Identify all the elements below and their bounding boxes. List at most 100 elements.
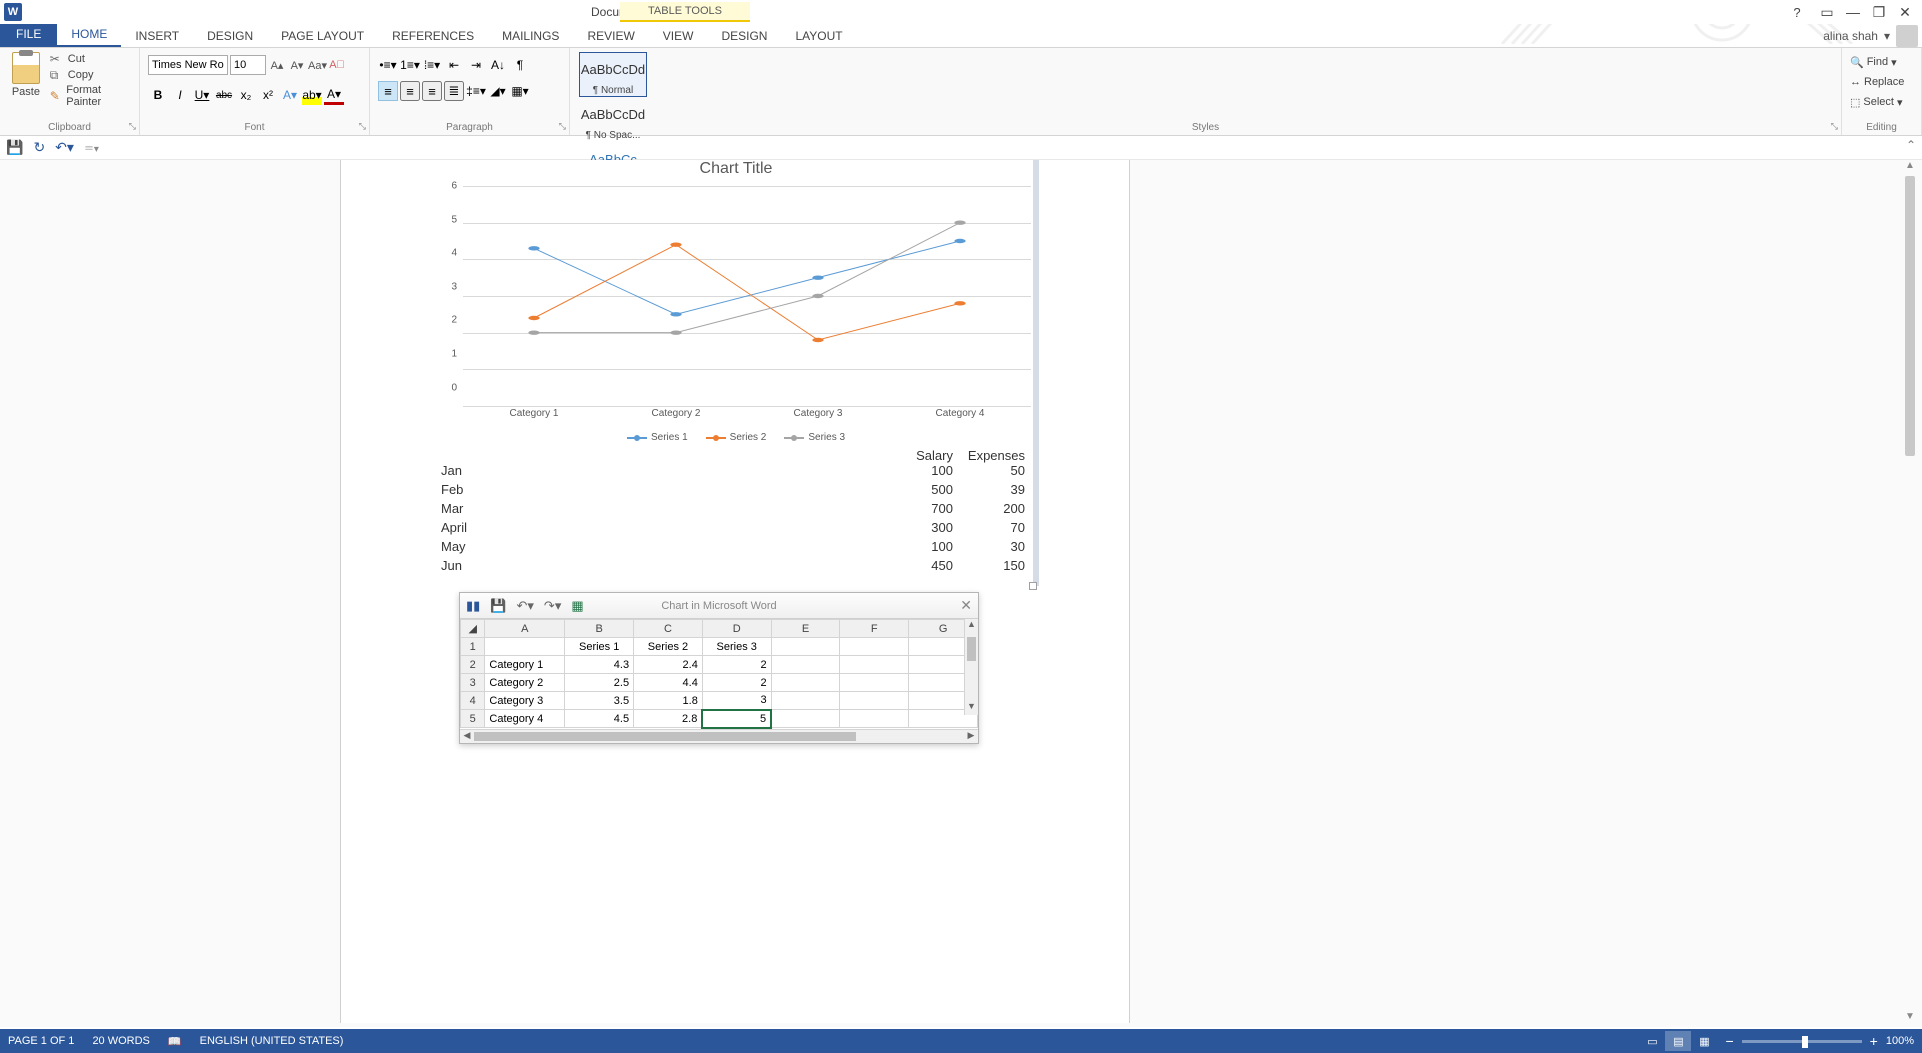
chart-data-point[interactable] <box>670 330 681 334</box>
change-case-button[interactable]: Aa▾ <box>308 55 326 75</box>
status-proofing-icon[interactable]: 📖 <box>168 1035 182 1048</box>
decrease-indent-button[interactable]: ⇤ <box>444 55 464 75</box>
sheet-cell[interactable]: 2.4 <box>634 656 703 674</box>
sheet-cell[interactable]: Series 2 <box>634 638 703 656</box>
cut-button[interactable]: Cut <box>50 52 131 66</box>
tab-home[interactable]: HOME <box>57 23 121 47</box>
column-header[interactable]: E <box>771 620 840 638</box>
row-header[interactable]: 3 <box>461 674 485 692</box>
chart-data-point[interactable] <box>670 312 681 316</box>
align-left-button[interactable]: ≡ <box>378 81 398 101</box>
shading-button[interactable]: ◢▾ <box>488 81 508 101</box>
column-header[interactable]: A <box>485 620 565 638</box>
paste-button[interactable]: Paste <box>8 52 44 114</box>
sheet-cell[interactable]: 2 <box>702 674 771 692</box>
chart-data-point[interactable] <box>812 338 823 342</box>
sheet-cell[interactable]: 4.3 <box>565 656 634 674</box>
tab-page-layout[interactable]: PAGE LAYOUT <box>267 25 378 47</box>
sheet-cell[interactable] <box>771 692 840 710</box>
sheet-cell[interactable] <box>840 656 909 674</box>
row-header[interactable]: 4 <box>461 692 485 710</box>
font-name-input[interactable] <box>148 55 228 75</box>
edit-in-excel-icon[interactable]: ▦ <box>571 598 583 614</box>
chart-data-point[interactable] <box>670 242 681 246</box>
style--normal[interactable]: AaBbCcDd¶ Normal <box>579 52 647 97</box>
chart-data-point[interactable] <box>528 316 539 320</box>
repeat-icon[interactable]: ↻ <box>33 139 45 156</box>
read-mode-icon[interactable]: ▭ <box>1639 1031 1665 1051</box>
sheet-cell[interactable] <box>840 692 909 710</box>
chart-data-point[interactable] <box>528 330 539 334</box>
sheet-cell[interactable]: 4.4 <box>634 674 703 692</box>
format-painter-button[interactable]: Format Painter <box>50 84 131 108</box>
scroll-left-icon[interactable]: ◀ <box>460 730 474 741</box>
scroll-down-icon[interactable]: ▼ <box>965 701 978 715</box>
shrink-font-button[interactable]: A▾ <box>288 55 306 75</box>
bullets-button[interactable]: •≡▾ <box>378 55 398 75</box>
sheet-cell[interactable]: Category 1 <box>485 656 565 674</box>
chart-icon[interactable]: ▮▮ <box>466 598 480 614</box>
table-row[interactable]: May10030 <box>441 539 1031 558</box>
scroll-thumb-h[interactable] <box>474 732 856 741</box>
subscript-button[interactable]: x₂ <box>236 85 256 105</box>
undo-icon[interactable]: ↶▾ <box>55 139 74 156</box>
scroll-thumb[interactable] <box>967 637 976 661</box>
justify-button[interactable]: ≣ <box>444 81 464 101</box>
table-row[interactable]: Feb50039 <box>441 482 1031 501</box>
sheet-cell[interactable]: 2.8 <box>634 710 703 728</box>
tab-design[interactable]: DESIGN <box>193 25 267 47</box>
chart-data-point[interactable] <box>954 239 965 243</box>
sheet-undo-icon[interactable]: ↶▾ <box>517 598 534 614</box>
scroll-up-icon[interactable]: ▲ <box>965 619 978 633</box>
legend-item[interactable]: Series 3 <box>784 432 845 443</box>
sheet-cell[interactable] <box>771 710 840 728</box>
sheet-cell[interactable]: 5 <box>702 710 771 728</box>
column-header[interactable]: B <box>565 620 634 638</box>
chart-data-editor-window[interactable]: ▮▮ 💾 ↶▾ ↷▾ ▦ Chart in Microsoft Word ✕ ◢… <box>459 592 979 744</box>
qat-customize-icon[interactable]: ＝▾ <box>84 140 99 155</box>
table-row[interactable]: April30070 <box>441 520 1031 539</box>
increase-indent-button[interactable]: ⇥ <box>466 55 486 75</box>
find-button[interactable]: 🔍Find▾ <box>1850 52 1913 72</box>
superscript-button[interactable]: x² <box>258 85 278 105</box>
zoom-level[interactable]: 100% <box>1886 1035 1914 1047</box>
sheet-cell[interactable] <box>485 638 565 656</box>
legend-item[interactable]: Series 1 <box>627 432 688 443</box>
strikethrough-button[interactable]: abc <box>214 85 234 105</box>
tab-table-design[interactable]: DESIGN <box>707 25 781 47</box>
chart-series-line[interactable] <box>534 245 960 340</box>
minimize-icon[interactable]: — <box>1840 2 1866 22</box>
borders-button[interactable]: ▦▾ <box>510 81 530 101</box>
tab-references[interactable]: REFERENCES <box>378 25 488 47</box>
grow-font-button[interactable]: A▴ <box>268 55 286 75</box>
chart-data-point[interactable] <box>528 246 539 250</box>
user-area[interactable]: alina shah ▾ <box>1823 25 1922 47</box>
copy-button[interactable]: Copy <box>50 68 131 82</box>
sheet-cell[interactable]: Series 3 <box>702 638 771 656</box>
clipboard-dialog-launcher-icon[interactable]: ⤡ <box>129 121 136 132</box>
align-center-button[interactable]: ≡ <box>400 81 420 101</box>
chart-data-point[interactable] <box>954 301 965 305</box>
styles-dialog-launcher-icon[interactable]: ⤡ <box>1831 121 1838 132</box>
column-header[interactable]: D <box>702 620 771 638</box>
row-header[interactable]: 2 <box>461 656 485 674</box>
sheet-cell[interactable] <box>771 674 840 692</box>
chart-data-point[interactable] <box>812 294 823 298</box>
bold-button[interactable]: B <box>148 85 168 105</box>
font-color-button[interactable]: A▾ <box>324 85 344 105</box>
sheet-save-icon[interactable]: 💾 <box>490 598 506 614</box>
document-vertical-scrollbar[interactable]: ▲ ▼ <box>1902 160 1918 1027</box>
restore-icon[interactable]: ❐ <box>1866 2 1892 22</box>
numbering-button[interactable]: 1≡▾ <box>400 55 420 75</box>
tab-view[interactable]: VIEW <box>649 25 708 47</box>
sheet-cell[interactable]: 3.5 <box>565 692 634 710</box>
sheet-cell[interactable]: 2.5 <box>565 674 634 692</box>
doc-scroll-thumb[interactable] <box>1905 176 1915 456</box>
chart-plot-area[interactable]: 0123456 Category 1Category 2Category 3Ca… <box>441 186 1031 426</box>
multilevel-list-button[interactable]: ⁞≡▾ <box>422 55 442 75</box>
replace-button[interactable]: ↔Replace <box>1850 72 1913 92</box>
sheet-cell[interactable]: Category 2 <box>485 674 565 692</box>
selection-handle-icon[interactable] <box>1029 582 1037 590</box>
font-dialog-launcher-icon[interactable]: ⤡ <box>359 121 366 132</box>
zoom-out-button[interactable]: − <box>1725 1033 1733 1049</box>
